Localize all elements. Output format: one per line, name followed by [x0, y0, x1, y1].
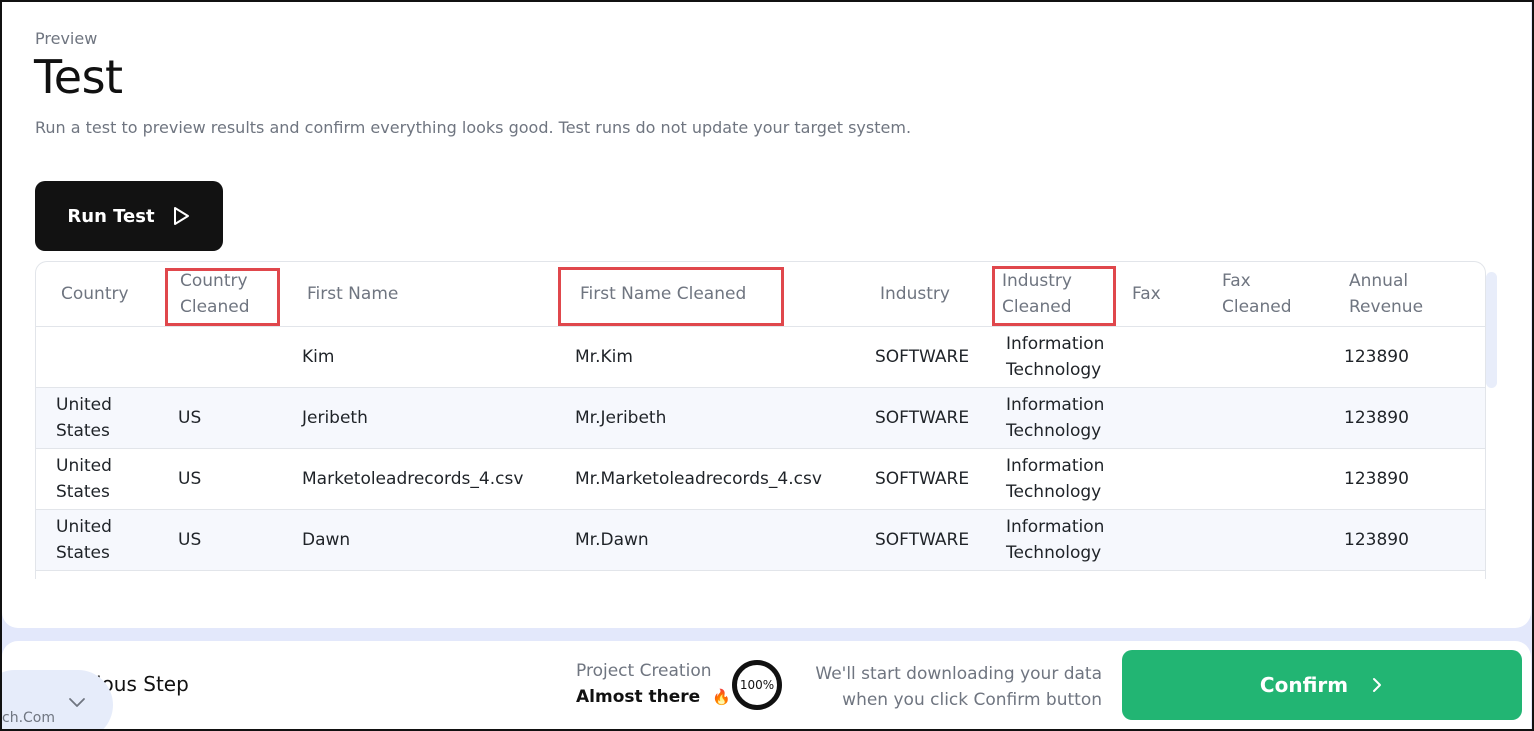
cell-annual-revenue: 123890 [1329, 509, 1485, 571]
confirm-button[interactable]: Confirm [1122, 650, 1522, 720]
cell-first-name: Jeribeth [282, 387, 555, 449]
col-header-fax[interactable]: Fax [1116, 262, 1206, 327]
cell-industry: SOFTWARE [855, 509, 986, 571]
cell-fax-cleaned [1206, 509, 1329, 571]
cell-fax [1116, 326, 1206, 388]
cell-country-cleaned: US [158, 509, 282, 571]
progress-value: 100% [739, 678, 775, 692]
cell-fax-cleaned [1206, 448, 1329, 510]
cell-industry-cleaned: Information Technology [986, 509, 1116, 571]
progress-ring: 100% [732, 660, 782, 710]
cell-industry: SOFTWARE [855, 387, 986, 449]
cell-industry: SOFTWARE [855, 326, 986, 388]
cell-first-name: Kim [282, 326, 555, 388]
chevron-down-icon[interactable] [68, 697, 86, 709]
table-header-row: Country Country Cleaned First Name First… [36, 262, 1485, 327]
table-row: United States US Dawn Mr.Dawn SOFTWARE I… [36, 509, 1485, 571]
project-status-text: Almost there [576, 687, 701, 707]
col-header-annual-revenue[interactable]: Annual Revenue [1329, 262, 1485, 327]
cell-industry-cleaned: Information Technology [986, 326, 1116, 388]
results-table: Country Country Cleaned First Name First… [35, 261, 1486, 579]
cell-first-name-cleaned: Mr.Jeribeth [555, 387, 855, 449]
play-icon [173, 207, 189, 225]
cell-first-name-cleaned: Mr.Kim [555, 326, 855, 388]
project-status: Almost there 🔥 [576, 687, 731, 707]
cell-industry-cleaned: Information Technology [986, 448, 1116, 510]
cell-fax [1116, 448, 1206, 510]
cell-country-cleaned [158, 326, 282, 388]
cell-fax [1116, 387, 1206, 449]
cell-annual-revenue: 123890 [1329, 326, 1485, 388]
preview-eyebrow: Preview [35, 29, 98, 48]
cell-first-name-cleaned: Mr.Dawn [555, 509, 855, 571]
cell-industry: SOFTWARE [855, 448, 986, 510]
col-header-first-name[interactable]: First Name [282, 262, 555, 327]
col-header-country[interactable]: Country [36, 262, 158, 327]
cell-fax-cleaned [1206, 326, 1329, 388]
page-description: Run a test to preview results and confir… [35, 118, 912, 137]
cell-country: United States [36, 387, 158, 449]
cell-first-name: Dawn [282, 509, 555, 571]
page-title: Test [34, 50, 123, 104]
table-scrollbar[interactable] [1486, 272, 1497, 388]
cell-annual-revenue: 123890 [1329, 448, 1485, 510]
col-header-industry[interactable]: Industry [855, 262, 986, 327]
confirm-label: Confirm [1259, 673, 1349, 697]
table-row: United States US Marketoleadrecords_4.cs… [36, 448, 1485, 510]
cell-country-cleaned: US [158, 448, 282, 510]
run-test-label: Run Test [67, 205, 155, 227]
cell-country [36, 326, 158, 388]
table-row: United States US Jeribeth Mr.Jeribeth SO… [36, 387, 1485, 449]
col-header-industry-cleaned[interactable]: Industry Cleaned [986, 262, 1116, 327]
table-row: Kim Mr.Kim SOFTWARE Information Technolo… [36, 326, 1485, 388]
cell-country: United States [36, 448, 158, 510]
col-header-country-cleaned[interactable]: Country Cleaned [158, 262, 282, 327]
cell-country: United States [36, 509, 158, 571]
account-bubble-text: ch.Com [2, 710, 55, 726]
project-creation-label: Project Creation [576, 661, 712, 681]
cell-fax-cleaned [1206, 387, 1329, 449]
cell-fax [1116, 509, 1206, 571]
cell-country-cleaned: US [158, 387, 282, 449]
col-header-first-name-cleaned[interactable]: First Name Cleaned [555, 262, 855, 327]
cell-annual-revenue: 123890 [1329, 387, 1485, 449]
cell-first-name: Marketoleadrecords_4.csv [282, 448, 555, 510]
col-header-fax-cleaned[interactable]: Fax Cleaned [1206, 262, 1329, 327]
cell-first-name-cleaned: Mr.Marketoleadrecords_4.csv [555, 448, 855, 510]
download-message: We'll start downloading your data when y… [815, 664, 1102, 710]
fire-icon: 🔥 [712, 688, 731, 706]
chevron-right-icon [1373, 678, 1382, 692]
cell-industry-cleaned: Information Technology [986, 387, 1116, 449]
run-test-button[interactable]: Run Test [35, 181, 223, 251]
